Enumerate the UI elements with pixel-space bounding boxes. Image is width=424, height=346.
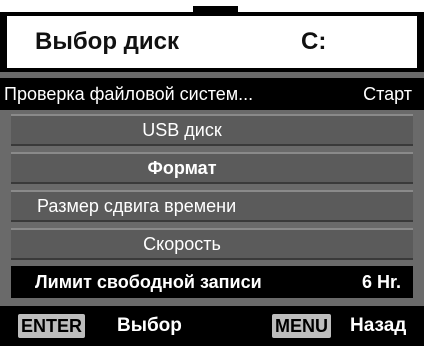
menu-item-label: Формат (147, 157, 217, 178)
menu-item-filesystem-check[interactable]: Проверка файловой систем... Старт (0, 78, 424, 110)
menu-item-usb-disk[interactable]: USB диск (11, 114, 413, 146)
menu-key-label: Назад (350, 315, 407, 336)
disk-select-panel[interactable]: Выбор диск C: (7, 16, 417, 68)
header-bar: Выбор диск C: (0, 12, 424, 72)
menu-item-format[interactable]: Формат (11, 152, 413, 184)
menu-item-speed[interactable]: Скорость (11, 228, 413, 260)
enter-key-label: Выбор (117, 315, 182, 336)
menu-item-free-record-limit[interactable]: Лимит свободной записи 6 Hr. (11, 266, 413, 298)
menu-item-label: Лимит свободной записи (35, 271, 262, 292)
drive-letter: C: (301, 28, 327, 55)
menu-item-time-shift-size[interactable]: Размер сдвига времени (11, 190, 413, 222)
menu-item-label: Размер сдвига времени (37, 195, 237, 216)
menu-item-label: Скорость (143, 233, 221, 254)
page-title: Выбор диск (35, 28, 179, 55)
menu-item-label: USB диск (142, 119, 222, 140)
menu-item-label: Проверка файловой систем... (4, 83, 254, 104)
menu-item-value: 6 Hr. (361, 271, 401, 292)
menu-item-value: Старт (363, 83, 412, 104)
enter-key-badge[interactable]: ENTER (18, 314, 86, 338)
menu-key-badge[interactable]: MENU (272, 314, 331, 338)
settings-menu: Проверка файловой систем... Старт USB ди… (0, 72, 424, 306)
footer-bar: ENTER Выбор MENU Назад (0, 306, 424, 346)
